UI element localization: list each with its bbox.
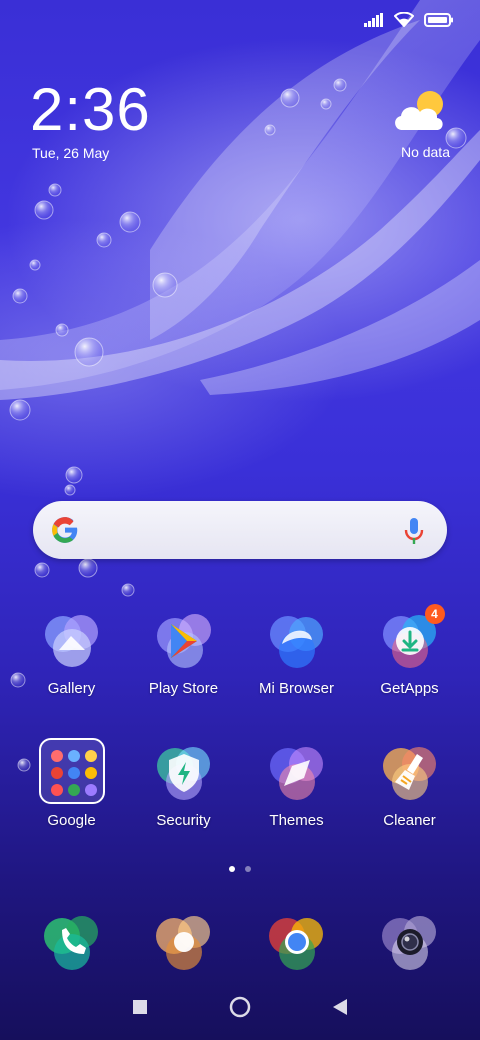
app-cleaner[interactable]: Cleaner	[353, 742, 466, 829]
home-button[interactable]	[225, 994, 255, 1024]
app-play-store[interactable]: Play Store	[127, 610, 240, 697]
battery-icon	[424, 12, 454, 32]
app-label: Google	[47, 812, 96, 829]
app-mi-browser[interactable]: Mi Browser	[240, 610, 353, 697]
clock-time[interactable]: 2:36	[30, 80, 151, 140]
page-dot	[245, 866, 251, 872]
weather-status[interactable]: No data	[401, 144, 450, 160]
google-folder-icon	[38, 738, 105, 804]
wifi-icon	[393, 11, 415, 32]
messaging-icon	[152, 910, 216, 974]
app-getapps[interactable]: 4 GetApps	[353, 604, 466, 697]
security-icon	[153, 742, 215, 804]
app-label: Cleaner	[383, 812, 436, 829]
dock-camera[interactable]	[353, 910, 466, 974]
navigation-bar	[0, 980, 480, 1040]
cleaner-icon	[379, 742, 441, 804]
app-gallery[interactable]: Gallery	[15, 610, 128, 697]
recents-button[interactable]	[125, 994, 155, 1024]
gallery-icon	[41, 610, 103, 672]
camera-icon	[378, 910, 442, 974]
page-indicator	[0, 866, 480, 872]
dock-phone[interactable]	[15, 910, 128, 974]
app-security[interactable]: Security	[127, 742, 240, 829]
app-label: Mi Browser	[258, 680, 334, 697]
back-triangle-icon	[333, 998, 347, 1020]
signal-icon	[364, 12, 384, 32]
square-icon	[133, 999, 147, 1019]
app-label: Security	[156, 812, 211, 829]
app-label: Gallery	[47, 680, 96, 697]
app-label: GetApps	[380, 680, 439, 697]
play-store-icon	[153, 610, 215, 672]
page-dot-active	[229, 866, 235, 872]
app-themes[interactable]: Themes	[240, 742, 353, 829]
notification-badge: 4	[424, 604, 445, 624]
getapps-icon: 4	[379, 604, 445, 672]
app-google-folder[interactable]: Google	[15, 738, 128, 829]
mi-browser-icon	[266, 610, 328, 672]
phone-icon	[40, 910, 104, 974]
chrome-icon	[265, 910, 329, 974]
dock-chrome[interactable]	[240, 910, 353, 974]
partly-cloudy-icon[interactable]	[392, 88, 452, 138]
app-label: Play Store	[148, 680, 219, 697]
circle-icon	[229, 996, 251, 1023]
status-bar	[0, 0, 480, 40]
themes-icon	[266, 742, 328, 804]
clock-date[interactable]: Tue, 26 May	[32, 145, 109, 161]
dock-messaging[interactable]	[127, 910, 240, 974]
microphone-icon[interactable]	[403, 516, 425, 551]
back-button[interactable]	[325, 994, 355, 1024]
google-search-bar[interactable]	[33, 501, 447, 559]
google-g-icon	[51, 516, 79, 549]
app-label: Themes	[269, 812, 324, 829]
